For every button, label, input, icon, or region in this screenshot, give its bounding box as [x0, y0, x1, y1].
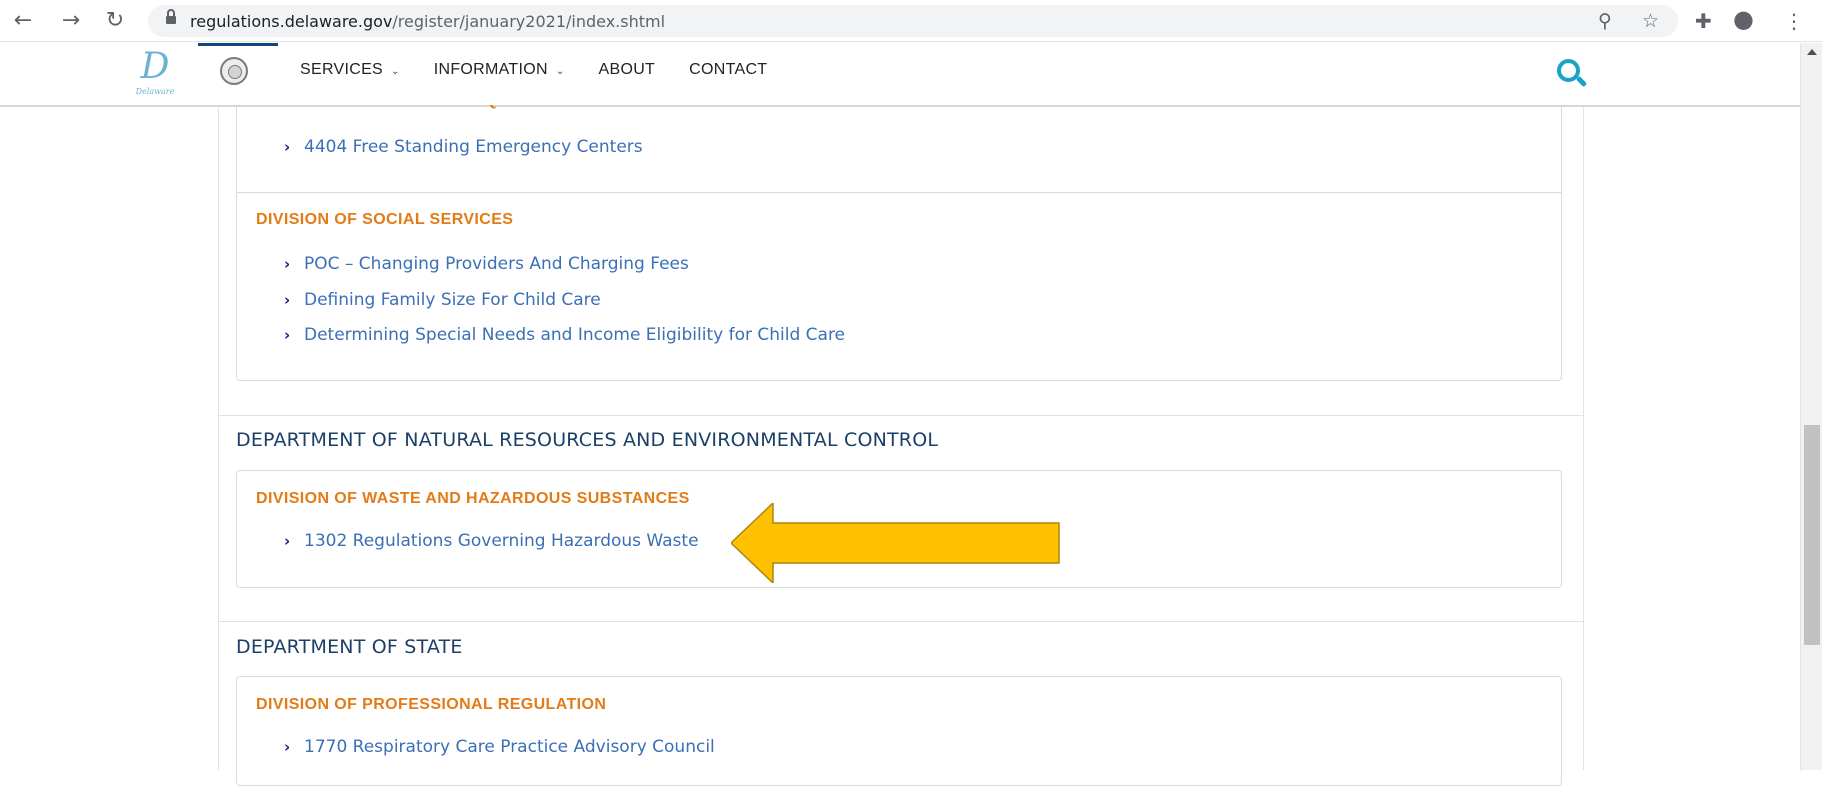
- search-icon[interactable]: [1553, 55, 1589, 91]
- division-title-professional: DIVISION OF PROFESSIONAL REGULATION: [256, 696, 607, 713]
- star-icon[interactable]: ☆: [1642, 10, 1659, 32]
- extensions-icon[interactable]: ✚: [1695, 9, 1712, 33]
- list-item[interactable]: › Determining Special Needs and Income E…: [284, 323, 845, 347]
- chevron-right-icon: ›: [284, 326, 291, 344]
- browser-toolbar: ← → ↻ regulations.delaware.gov/register/…: [0, 0, 1822, 42]
- nav-contact[interactable]: CONTACT: [689, 61, 767, 79]
- lock-icon: [166, 9, 176, 24]
- main-nav: SERVICES ⌄ INFORMATION ⌄ ABOUT CONTACT: [300, 61, 767, 79]
- scroll-thumb[interactable]: [1804, 425, 1820, 645]
- link-family-size[interactable]: Defining Family Size For Child Care: [304, 290, 601, 310]
- list-item[interactable]: › POC – Changing Providers And Charging …: [284, 252, 689, 276]
- profile-icon[interactable]: ●: [1733, 5, 1754, 33]
- chevron-down-icon: ⌄: [391, 66, 400, 77]
- divider: [236, 192, 1562, 193]
- menu-icon[interactable]: ⋮: [1784, 9, 1804, 33]
- link-poc[interactable]: POC – Changing Providers And Charging Fe…: [304, 254, 689, 274]
- forward-icon[interactable]: →: [56, 6, 86, 36]
- back-icon[interactable]: ←: [8, 6, 38, 36]
- zoom-icon[interactable]: ⚲: [1598, 10, 1612, 32]
- address-bar[interactable]: regulations.delaware.gov/register/januar…: [148, 5, 1678, 37]
- division-title-waste: DIVISION OF WASTE AND HAZARDOUS SUBSTANC…: [256, 490, 690, 507]
- site-header: D Delaware SERVICES ⌄ INFORMATION ⌄ ABOUT C…: [0, 43, 1800, 107]
- chevron-right-icon: ›: [284, 532, 291, 550]
- list-item[interactable]: › Defining Family Size For Child Care: [284, 288, 601, 312]
- division-title-social: DIVISION OF SOCIAL SERVICES: [256, 211, 514, 228]
- reload-icon[interactable]: ↻: [100, 6, 130, 36]
- chevron-right-icon: ›: [284, 738, 291, 756]
- nav-information[interactable]: INFORMATION ⌄: [434, 61, 565, 79]
- divider: [218, 621, 1584, 622]
- nav-about[interactable]: ABOUT: [599, 61, 656, 79]
- department-title-dnrec: DEPARTMENT OF NATURAL RESOURCES AND ENVI…: [236, 429, 939, 451]
- department-title-state: DEPARTMENT OF STATE: [236, 636, 463, 658]
- chevron-right-icon: ›: [284, 138, 291, 156]
- chevron-right-icon: ›: [284, 255, 291, 273]
- link-4404[interactable]: 4404 Free Standing Emergency Centers: [304, 137, 643, 157]
- chevron-down-icon: ⌄: [555, 66, 565, 77]
- scroll-up-icon[interactable]: [1807, 49, 1817, 55]
- list-item[interactable]: › 1770 Respiratory Care Practice Advisor…: [284, 735, 715, 759]
- nav-services[interactable]: SERVICES ⌄: [300, 61, 400, 79]
- divider: [218, 415, 1584, 416]
- list-item[interactable]: › 1302 Regulations Governing Hazardous W…: [284, 529, 699, 553]
- delaware-logo[interactable]: D Delaware: [135, 47, 175, 99]
- link-1770[interactable]: 1770 Respiratory Care Practice Advisory …: [304, 737, 715, 757]
- page-scrollbar[interactable]: [1800, 43, 1822, 770]
- chevron-right-icon: ›: [284, 291, 291, 309]
- state-seal-icon[interactable]: [220, 57, 248, 85]
- active-indicator: [198, 43, 278, 46]
- link-1302[interactable]: 1302 Regulations Governing Hazardous Was…: [304, 531, 699, 551]
- link-special-needs[interactable]: Determining Special Needs and Income Eli…: [304, 325, 845, 345]
- list-item[interactable]: › 4404 Free Standing Emergency Centers: [284, 135, 643, 159]
- annotation-arrow: [731, 503, 1060, 583]
- url-text[interactable]: regulations.delaware.gov/register/januar…: [190, 12, 665, 31]
